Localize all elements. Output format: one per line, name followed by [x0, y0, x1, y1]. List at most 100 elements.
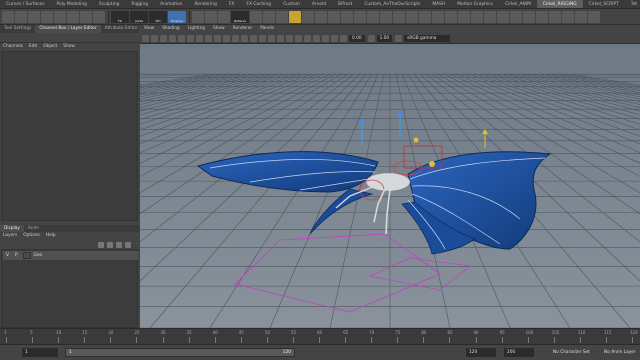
reparent-tool-icon[interactable]: ReParas — [231, 10, 249, 23]
shelf-tab[interactable]: Sculpting — [93, 0, 126, 8]
color-management-icon[interactable] — [395, 34, 403, 42]
channel-box-menu-item[interactable]: Channels — [0, 43, 26, 51]
shelf-tab[interactable]: Custom — [277, 0, 306, 8]
script-tool-icon[interactable] — [549, 10, 561, 23]
script-tool-icon[interactable] — [276, 10, 288, 23]
script-tool-icon[interactable] — [302, 10, 314, 23]
script-tool-icon[interactable] — [263, 10, 275, 23]
resolution-gate-icon[interactable] — [196, 34, 203, 42]
viewport-menu-item[interactable]: Lighting — [184, 25, 209, 33]
range-slider[interactable]: 1 120 — [65, 348, 295, 357]
layer-up-icon[interactable] — [116, 242, 122, 248]
color-space-select[interactable]: sRGB gamma — [404, 34, 451, 42]
pickles-tool-icon[interactable] — [289, 10, 301, 23]
script-tool-icon[interactable] — [328, 10, 340, 23]
scale-tool-icon[interactable] — [67, 10, 79, 23]
ik-tool-icon[interactable]: IKH — [149, 10, 167, 23]
shelf-tab[interactable]: Custom_AnTheOurScripts — [358, 0, 426, 8]
camera-attr-icon[interactable] — [151, 34, 158, 42]
gate-mask-icon[interactable] — [205, 34, 212, 42]
wireframe-icon[interactable] — [223, 34, 230, 42]
fk-tool-icon[interactable]: FK — [111, 10, 129, 23]
image-plane-icon[interactable] — [169, 34, 176, 42]
layer-menu-item[interactable]: Options — [20, 232, 43, 240]
origin-system-icon[interactable]: OrigiSys — [168, 10, 186, 23]
shelf-tab[interactable]: Bifrost — [332, 0, 358, 8]
script-tool-icon[interactable] — [588, 10, 600, 23]
viewport-menu-item[interactable]: Panels — [256, 25, 278, 33]
shelf-tab[interactable]: Cirkel_SCRIPT — [583, 0, 625, 8]
script-tool-icon[interactable] — [575, 10, 587, 23]
exposure-icon[interactable] — [340, 34, 347, 42]
depth-of-field-icon[interactable] — [295, 34, 302, 42]
script-tool-icon[interactable] — [250, 10, 262, 23]
viewport-menu-item[interactable]: Shading — [158, 25, 183, 33]
snap-tool-icon[interactable] — [93, 10, 105, 23]
layer-row[interactable]: V P Geo — [3, 251, 138, 260]
lasso-tool-icon[interactable] — [15, 10, 27, 23]
ambient-occlusion-icon[interactable] — [268, 34, 275, 42]
script-tool-icon[interactable] — [510, 10, 522, 23]
channel-box-body[interactable] — [1, 51, 138, 221]
channel-box-menu-item[interactable]: Edit — [26, 43, 40, 51]
channel-box-menu-item[interactable]: Show — [60, 43, 78, 51]
shelf-tab[interactable]: Arnold — [306, 0, 332, 8]
script-tool-icon[interactable] — [315, 10, 327, 23]
script-tool-icon[interactable] — [419, 10, 431, 23]
lights-icon[interactable] — [250, 34, 257, 42]
shelf-tab[interactable]: Cirkel_ANIM — [499, 0, 537, 8]
new-layer-icon[interactable] — [98, 242, 104, 248]
new-layer-selected-icon[interactable] — [107, 242, 113, 248]
script-tool-icon[interactable] — [367, 10, 379, 23]
script-tool-icon[interactable] — [445, 10, 457, 23]
shelf-tab[interactable]: Rendering — [188, 0, 222, 8]
script-tool-icon[interactable] — [497, 10, 509, 23]
move-tool-icon[interactable] — [41, 10, 53, 23]
script-tool-icon[interactable] — [354, 10, 366, 23]
shelf-tab[interactable]: Tet — [625, 0, 640, 8]
layer-menu-item[interactable]: Layers — [0, 232, 20, 240]
end-time-field[interactable]: 200 — [504, 348, 534, 357]
select-tool-icon[interactable] — [2, 10, 14, 23]
character-set-select[interactable]: No Character Set — [553, 348, 590, 357]
layer-color-swatch[interactable] — [22, 252, 31, 259]
layer-visibility-toggle[interactable]: V — [3, 253, 12, 258]
isolate-select-icon[interactable] — [304, 34, 311, 42]
grid-icon[interactable] — [178, 34, 185, 42]
shelf-tab[interactable]: Motion Graphics — [451, 0, 499, 8]
motion-blur-icon[interactable] — [277, 34, 284, 42]
left-panel-tab[interactable]: Attribute Editor — [101, 25, 139, 33]
gamma-field[interactable]: 1.00 — [376, 34, 393, 42]
paint-tool-icon[interactable] — [28, 10, 40, 23]
layer-menu-item[interactable]: Help — [43, 232, 59, 240]
left-panel-tab[interactable]: Tool Settings — [0, 25, 35, 33]
xray-joints-icon[interactable] — [322, 34, 329, 42]
shelf-tab[interactable]: Curves / Surfaces — [0, 0, 51, 8]
smooth-shade-icon[interactable] — [232, 34, 239, 42]
film-gate-icon[interactable] — [187, 34, 194, 42]
rotate-tool-icon[interactable] — [54, 10, 66, 23]
layer-editor-tab[interactable]: Anim — [24, 225, 43, 232]
script-tool-icon[interactable] — [192, 10, 204, 23]
gamma-icon[interactable] — [367, 34, 375, 42]
shelf-tab[interactable]: FX Caching — [240, 0, 277, 8]
anti-alias-icon[interactable] — [286, 34, 293, 42]
script-tool-icon[interactable] — [536, 10, 548, 23]
shelf-tab[interactable]: Animation — [154, 0, 188, 8]
script-tool-icon[interactable] — [471, 10, 483, 23]
component-tool-icon[interactable] — [80, 10, 92, 23]
script-tool-icon[interactable] — [380, 10, 392, 23]
layer-down-icon[interactable] — [125, 242, 131, 248]
script-tool-icon[interactable] — [218, 10, 230, 23]
script-tool-icon[interactable] — [341, 10, 353, 23]
channel-box-menu-item[interactable]: Object — [40, 43, 60, 51]
script-tool-icon[interactable] — [562, 10, 574, 23]
exposure-field[interactable]: 0.00 — [349, 34, 365, 42]
shelf-tab[interactable]: Poly Modeling — [51, 0, 93, 8]
time-slider[interactable]: 1 5 10 15 20 25 30 35 40 45 50 55 60 65 70 75 80 85 90 95 10… — [0, 328, 640, 344]
shadows-icon[interactable] — [259, 34, 266, 42]
bookmark-icon[interactable] — [160, 34, 167, 42]
shelf-tab[interactable]: Rigging — [125, 0, 154, 8]
camera-icon[interactable] — [142, 34, 149, 42]
anim-layer-select[interactable]: No Anim Layer — [604, 348, 636, 357]
